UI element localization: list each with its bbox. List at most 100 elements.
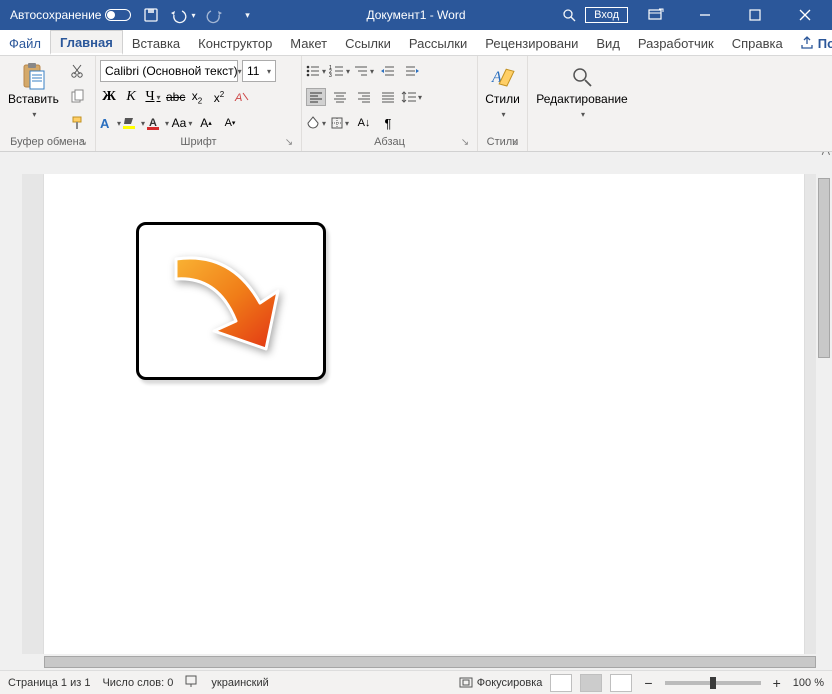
tab-help[interactable]: Справка: [723, 30, 792, 55]
paste-button[interactable]: Вставить▾: [4, 60, 63, 122]
language-indicator[interactable]: украинский: [211, 677, 268, 689]
tab-home[interactable]: Главная: [50, 30, 123, 55]
paste-label: Вставить: [8, 92, 59, 106]
vertical-scrollbar[interactable]: [816, 174, 832, 670]
font-color-icon[interactable]: A▾: [148, 114, 168, 132]
search-icon[interactable]: [557, 5, 581, 25]
focus-icon: [459, 677, 473, 688]
grow-font-icon[interactable]: A▴: [196, 114, 216, 132]
multilevel-icon[interactable]: ▾: [354, 62, 374, 80]
save-icon[interactable]: [139, 5, 163, 25]
group-paragraph-title: Абзац↘: [306, 134, 473, 150]
borders-icon[interactable]: ▾: [330, 114, 350, 132]
tab-mailings[interactable]: Рассылки: [400, 30, 476, 55]
group-clipboard-title: Буфер обмена↘: [4, 134, 91, 150]
text-effects-icon[interactable]: A▾: [100, 114, 120, 132]
bold-button[interactable]: Ж: [100, 89, 118, 105]
tab-share[interactable]: Поделиться: [792, 30, 832, 55]
styles-button[interactable]: A Стили▾: [482, 60, 524, 122]
inserted-image-frame[interactable]: [136, 222, 326, 380]
align-center-icon[interactable]: [330, 88, 350, 106]
find-icon: [567, 62, 597, 92]
launcher-icon[interactable]: ↘: [508, 135, 522, 149]
read-mode-icon[interactable]: [550, 674, 572, 692]
vertical-ruler[interactable]: [0, 152, 22, 670]
launcher-icon[interactable]: ↘: [458, 135, 472, 149]
change-case-icon[interactable]: Aa▾: [172, 114, 192, 132]
svg-text:A: A: [100, 116, 110, 131]
group-font-title: Шрифт↘: [100, 134, 297, 150]
zoom-percent[interactable]: 100 %: [793, 677, 824, 689]
curved-arrow-icon: [156, 241, 306, 361]
customize-qat-icon[interactable]: ▾: [235, 5, 259, 25]
scrollbar-thumb[interactable]: [818, 178, 830, 358]
bullets-icon[interactable]: ▾: [306, 62, 326, 80]
tab-view[interactable]: Вид: [587, 30, 629, 55]
tab-layout[interactable]: Макет: [281, 30, 336, 55]
clipboard-icon: [18, 62, 48, 92]
font-size-select[interactable]: 11▾: [242, 60, 276, 82]
minimize-icon[interactable]: [682, 0, 728, 30]
decrease-indent-icon[interactable]: [378, 62, 398, 80]
highlight-icon[interactable]: ▾: [124, 114, 144, 132]
ribbon-options-icon[interactable]: [632, 0, 678, 30]
zoom-slider[interactable]: [665, 681, 761, 685]
autosave-toggle[interactable]: Автосохранение: [10, 8, 131, 22]
tab-developer[interactable]: Разработчик: [629, 30, 723, 55]
scrollbar-thumb[interactable]: [44, 656, 816, 668]
line-spacing-icon[interactable]: ▾: [402, 88, 422, 106]
superscript-button[interactable]: x2: [210, 90, 228, 105]
italic-button[interactable]: К: [122, 89, 140, 105]
focus-label: Фокусировка: [477, 677, 543, 689]
subscript-button[interactable]: x2: [188, 89, 206, 105]
align-justify-icon[interactable]: [378, 88, 398, 106]
zoom-in-button[interactable]: +: [769, 675, 785, 691]
align-right-icon[interactable]: [354, 88, 374, 106]
horizontal-ruler[interactable]: [22, 152, 832, 174]
document-canvas[interactable]: [22, 174, 832, 654]
web-layout-icon[interactable]: [610, 674, 632, 692]
horizontal-scrollbar[interactable]: [22, 654, 832, 670]
tab-references[interactable]: Ссылки: [336, 30, 400, 55]
align-left-icon[interactable]: [306, 88, 326, 106]
toggle-switch-icon: [105, 9, 131, 21]
group-editing-title: [532, 134, 632, 150]
tab-review[interactable]: Рецензировани: [476, 30, 587, 55]
underline-button[interactable]: Ч▾: [144, 89, 162, 105]
format-painter-icon[interactable]: [67, 114, 87, 132]
undo-icon[interactable]: ▾: [171, 5, 195, 25]
launcher-icon[interactable]: ↘: [282, 135, 296, 149]
sort-icon[interactable]: A↓: [354, 114, 374, 132]
increase-indent-icon[interactable]: [402, 62, 422, 80]
focus-mode-button[interactable]: Фокусировка: [459, 677, 543, 689]
print-layout-icon[interactable]: [580, 674, 602, 692]
tab-design[interactable]: Конструктор: [189, 30, 281, 55]
maximize-icon[interactable]: [732, 0, 778, 30]
redo-icon[interactable]: [203, 5, 227, 25]
launcher-icon[interactable]: ↘: [76, 135, 90, 149]
tab-insert[interactable]: Вставка: [123, 30, 189, 55]
editing-button[interactable]: Редактирование▾: [532, 60, 631, 122]
share-label: Поделиться: [818, 36, 832, 51]
shrink-font-icon[interactable]: A▾: [220, 114, 240, 132]
font-family-select[interactable]: Calibri (Основной текст)▾: [100, 60, 238, 82]
signin-button[interactable]: Вход: [585, 7, 628, 23]
numbering-icon[interactable]: 123▾: [330, 62, 350, 80]
copy-icon[interactable]: [67, 88, 87, 106]
show-marks-icon[interactable]: ¶: [378, 114, 398, 132]
group-styles-title: Стили↘: [482, 134, 523, 150]
clear-formatting-icon[interactable]: A: [232, 88, 252, 106]
title-bar: Автосохранение ▾ ▾ Документ1 - Word Вход: [0, 0, 832, 30]
zoom-out-button[interactable]: −: [640, 675, 656, 691]
strike-button[interactable]: abc: [166, 90, 184, 104]
spellcheck-icon[interactable]: [185, 675, 199, 690]
shading-icon[interactable]: ▾: [306, 114, 326, 132]
page-indicator[interactable]: Страница 1 из 1: [8, 677, 90, 689]
document-page[interactable]: [44, 174, 804, 654]
styles-icon: A: [488, 62, 518, 92]
close-icon[interactable]: [782, 0, 828, 30]
cut-icon[interactable]: [67, 62, 87, 80]
tab-file[interactable]: Файл: [0, 30, 50, 55]
word-count[interactable]: Число слов: 0: [102, 677, 173, 689]
collapse-ribbon-icon[interactable]: ⋀: [822, 152, 830, 156]
